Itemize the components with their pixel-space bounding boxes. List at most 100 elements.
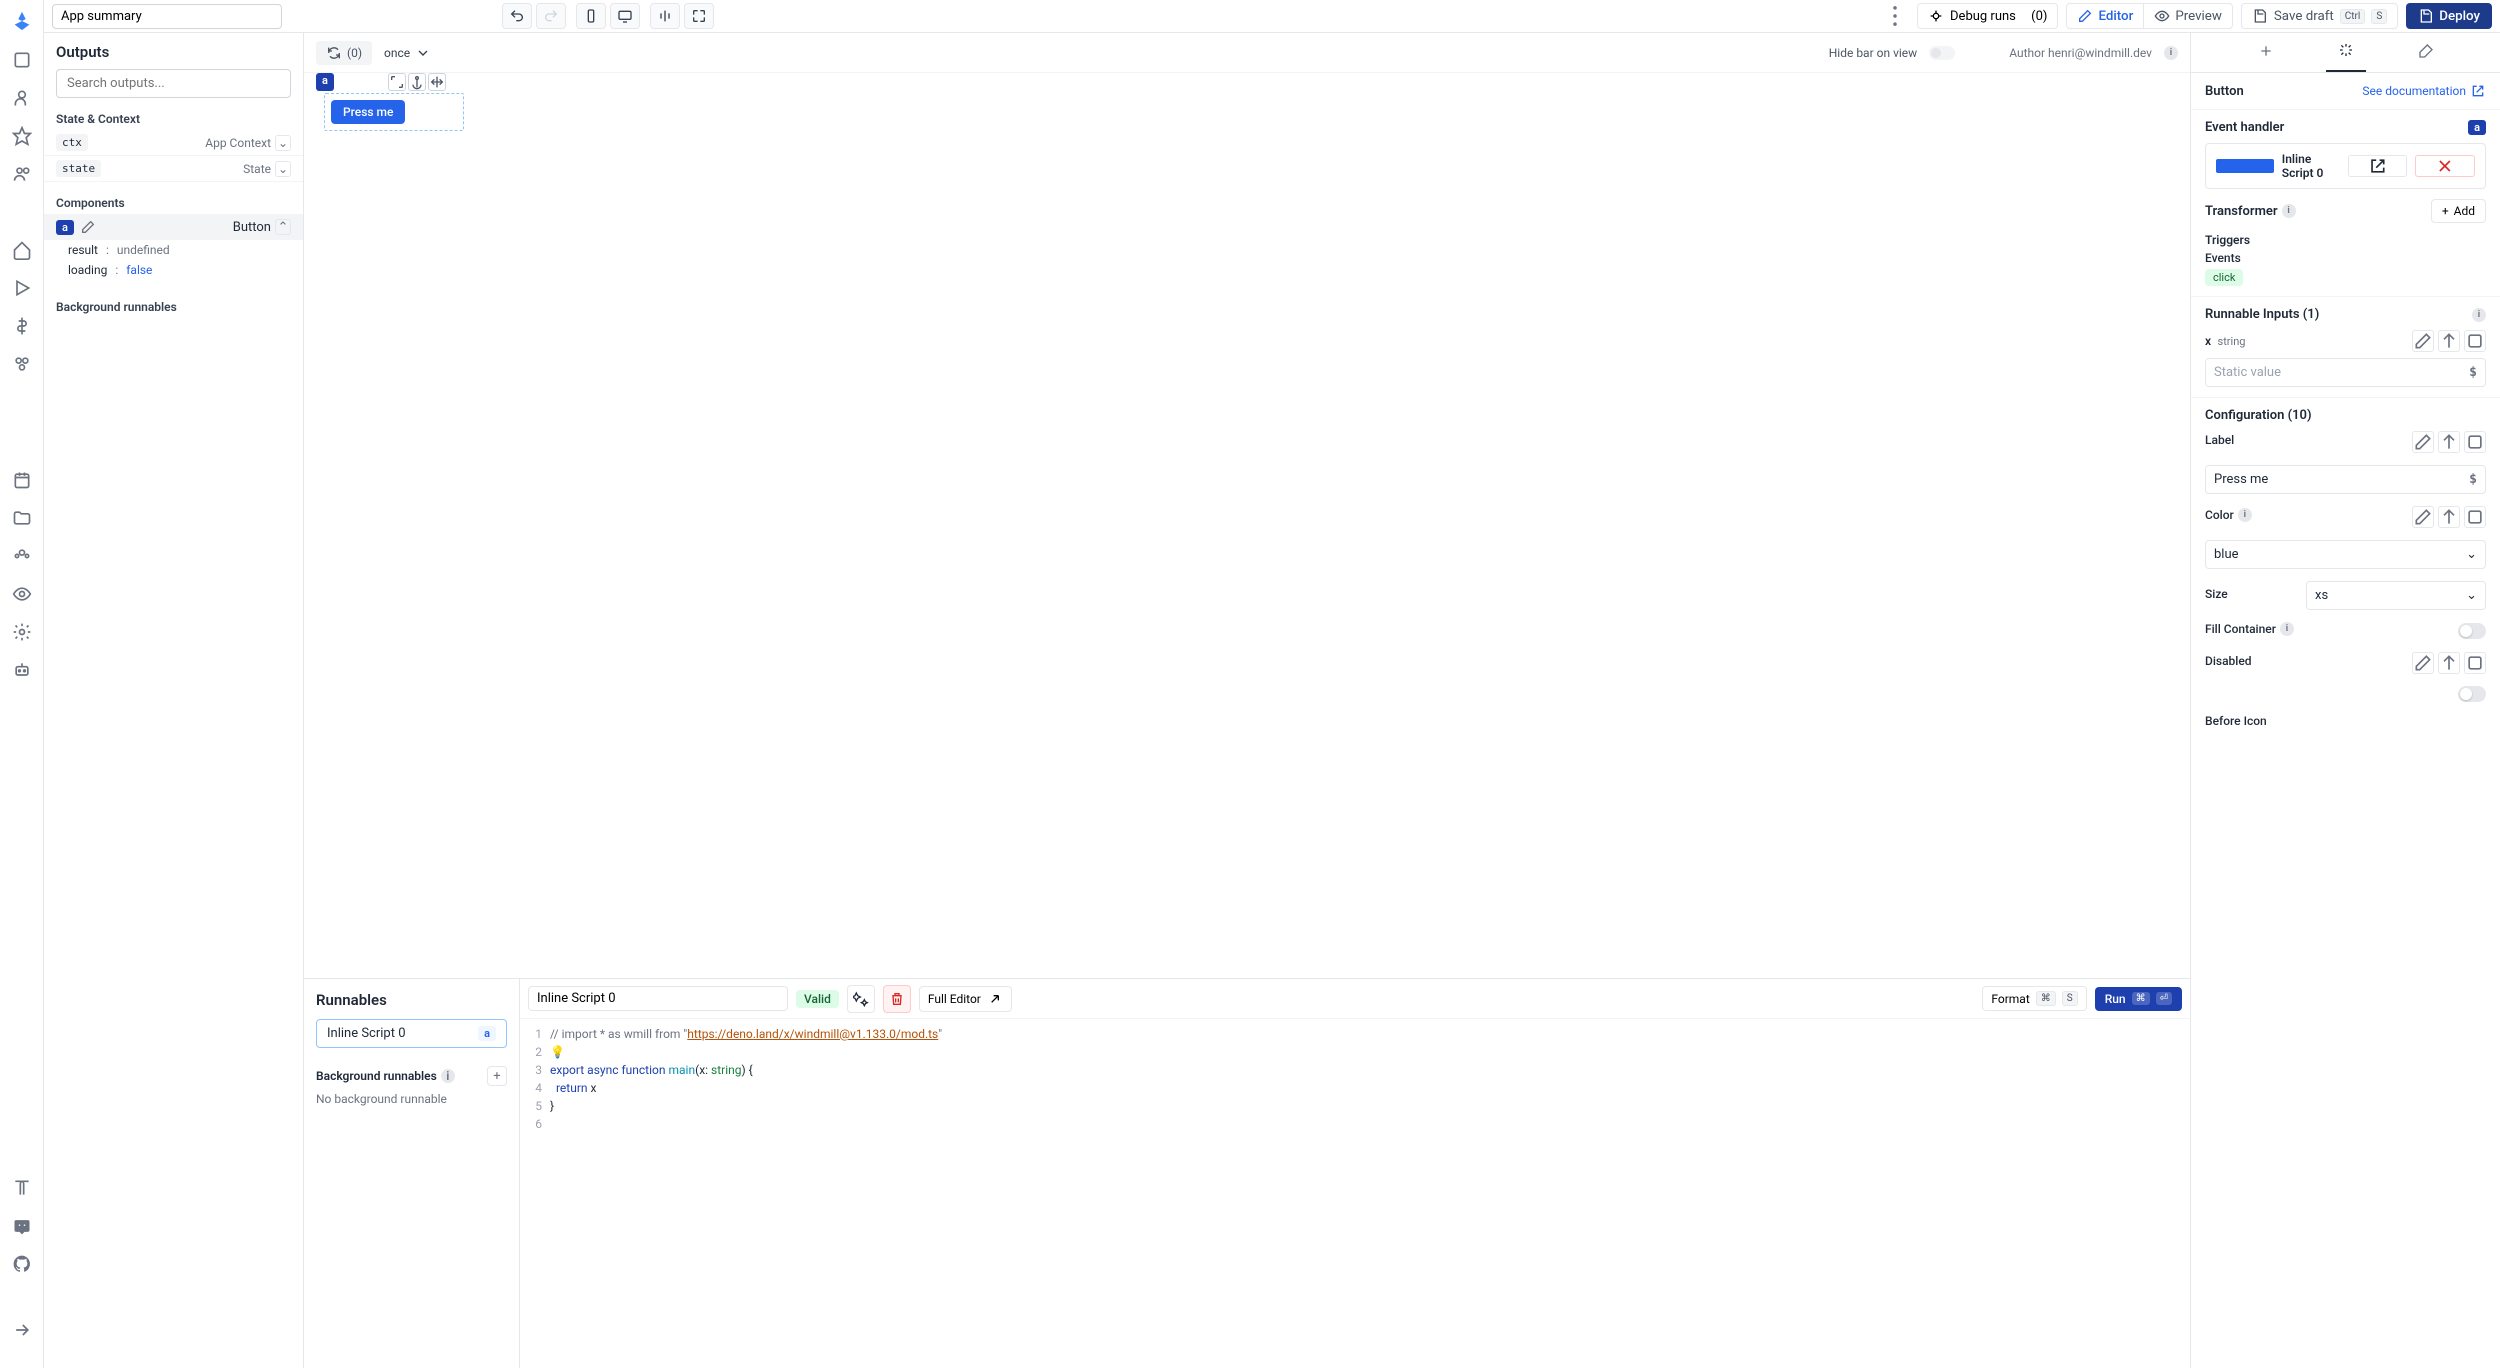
edit-label-button[interactable] bbox=[2412, 431, 2434, 453]
editor-tab[interactable]: Editor bbox=[2066, 3, 2143, 29]
connect-label-button[interactable] bbox=[2438, 431, 2460, 453]
settings-tab[interactable] bbox=[2326, 34, 2366, 72]
dollar-icon[interactable] bbox=[12, 316, 32, 336]
remove-script-button[interactable] bbox=[2415, 155, 2475, 177]
ctx-row[interactable]: ctx App Context⌄ bbox=[44, 130, 303, 156]
runnable-item[interactable]: Inline Script 0 a bbox=[316, 1019, 507, 1048]
star-icon[interactable] bbox=[12, 126, 32, 146]
connect-input-button[interactable] bbox=[2438, 330, 2460, 352]
bot-icon[interactable] bbox=[12, 660, 32, 680]
hide-bar-label: Hide bar on view bbox=[1829, 46, 1917, 60]
expand-button[interactable] bbox=[684, 3, 714, 29]
eval-label-button[interactable] bbox=[2464, 431, 2486, 453]
info-icon[interactable]: i bbox=[441, 1069, 455, 1083]
desktop-view-button[interactable] bbox=[610, 3, 640, 29]
once-selector[interactable]: once bbox=[384, 45, 431, 61]
chevron-down-icon[interactable]: ⌄ bbox=[275, 135, 291, 151]
team-icon[interactable] bbox=[12, 546, 32, 566]
format-button[interactable]: Format⌘S bbox=[1982, 986, 2086, 1011]
valid-badge: Valid bbox=[796, 990, 839, 1008]
mobile-view-button[interactable] bbox=[576, 3, 606, 29]
disabled-toggle[interactable] bbox=[2458, 686, 2486, 702]
dollar-icon[interactable]: $ bbox=[2469, 365, 2477, 380]
click-event-chip: click bbox=[2205, 269, 2243, 286]
events-label: Events bbox=[2205, 251, 2486, 265]
undo-button[interactable] bbox=[502, 3, 532, 29]
css-tab[interactable] bbox=[2406, 35, 2446, 71]
add-tab[interactable] bbox=[2246, 35, 2286, 71]
user-icon[interactable] bbox=[12, 88, 32, 108]
edit-input-button[interactable] bbox=[2412, 330, 2434, 352]
fill-container-toggle[interactable] bbox=[2458, 623, 2486, 639]
edit-color-button[interactable] bbox=[2412, 506, 2434, 528]
preview-tab[interactable]: Preview bbox=[2143, 3, 2233, 29]
hide-bar-toggle[interactable] bbox=[1929, 46, 1955, 60]
debug-runs-count: (0) bbox=[2031, 9, 2047, 24]
add-bg-runnable-button[interactable]: + bbox=[487, 1066, 507, 1086]
search-outputs-input[interactable] bbox=[56, 69, 291, 98]
external-icon bbox=[987, 991, 1003, 1007]
github-icon[interactable] bbox=[12, 1254, 32, 1274]
magic-button[interactable] bbox=[847, 985, 875, 1013]
full-editor-button[interactable]: Full Editor bbox=[919, 986, 1012, 1012]
state-row[interactable]: state State⌄ bbox=[44, 156, 303, 182]
gear-icon[interactable] bbox=[12, 622, 32, 642]
component-a-row[interactable]: a Button⌃ bbox=[44, 214, 303, 240]
add-transformer-button[interactable]: +Add bbox=[2431, 199, 2486, 223]
open-script-button[interactable] bbox=[2348, 155, 2408, 177]
cluster-icon[interactable] bbox=[12, 354, 32, 374]
align-button[interactable] bbox=[650, 3, 680, 29]
script-name-input[interactable] bbox=[528, 986, 788, 1011]
book-icon[interactable] bbox=[12, 1178, 32, 1198]
play-icon[interactable] bbox=[12, 278, 32, 298]
label-value-input[interactable]: Press me$ bbox=[2205, 465, 2486, 494]
no-bg-runnable-text: No background runnable bbox=[316, 1092, 507, 1106]
see-documentation-link[interactable]: See documentation bbox=[2362, 83, 2486, 99]
users-icon[interactable] bbox=[12, 164, 32, 184]
refresh-button[interactable]: (0) bbox=[316, 41, 372, 65]
anchor-handle[interactable] bbox=[408, 73, 426, 91]
save-draft-button[interactable]: Save draftCtrlS bbox=[2241, 3, 2398, 29]
code-editor[interactable]: 123456 // import * as wmill from "https:… bbox=[520, 1019, 2190, 1368]
press-me-button[interactable]: Press me bbox=[331, 100, 405, 124]
eval-disabled-button[interactable] bbox=[2464, 652, 2486, 674]
redo-button[interactable] bbox=[536, 3, 566, 29]
move-handle[interactable] bbox=[428, 73, 446, 91]
dollar-icon[interactable]: $ bbox=[2469, 472, 2477, 487]
run-button[interactable]: Run⌘⏎ bbox=[2095, 987, 2182, 1011]
info-icon[interactable]: i bbox=[2472, 308, 2486, 322]
chevron-up-icon[interactable]: ⌃ bbox=[275, 219, 291, 235]
color-label: Color bbox=[2205, 508, 2234, 522]
debug-runs-button[interactable]: Debug runs (0) bbox=[1917, 3, 2058, 29]
info-icon[interactable]: i bbox=[2164, 46, 2178, 60]
windmill-logo[interactable] bbox=[11, 10, 33, 32]
discord-icon[interactable] bbox=[12, 1216, 32, 1236]
pencil-icon bbox=[2077, 8, 2093, 24]
folder-icon[interactable] bbox=[12, 508, 32, 528]
eye-icon[interactable] bbox=[12, 584, 32, 604]
connect-disabled-button[interactable] bbox=[2438, 652, 2460, 674]
info-icon[interactable]: i bbox=[2280, 622, 2294, 636]
home-icon[interactable] bbox=[12, 50, 32, 70]
deploy-button[interactable]: Deploy bbox=[2406, 3, 2492, 29]
eval-input-button[interactable] bbox=[2464, 330, 2486, 352]
nav-home-icon[interactable] bbox=[12, 240, 32, 260]
info-icon[interactable]: i bbox=[2282, 204, 2296, 218]
static-value-input[interactable]: Static value$ bbox=[2205, 358, 2486, 387]
refresh-icon bbox=[326, 45, 342, 61]
expand-handle[interactable] bbox=[388, 73, 406, 91]
calendar-icon[interactable] bbox=[12, 470, 32, 490]
size-select[interactable]: xs⌄ bbox=[2306, 581, 2486, 610]
chevron-down-icon[interactable]: ⌄ bbox=[275, 161, 291, 177]
edit-disabled-button[interactable] bbox=[2412, 652, 2434, 674]
connect-color-button[interactable] bbox=[2438, 506, 2460, 528]
exit-icon[interactable] bbox=[12, 1320, 32, 1340]
pencil-icon[interactable] bbox=[80, 219, 96, 235]
app-title-input[interactable] bbox=[52, 4, 282, 29]
outputs-title: Outputs bbox=[44, 33, 303, 69]
delete-script-button[interactable] bbox=[883, 985, 911, 1013]
more-menu-button[interactable] bbox=[1881, 2, 1909, 30]
info-icon[interactable]: i bbox=[2238, 508, 2252, 522]
color-select[interactable]: blue⌄ bbox=[2205, 540, 2486, 569]
eval-color-button[interactable] bbox=[2464, 506, 2486, 528]
